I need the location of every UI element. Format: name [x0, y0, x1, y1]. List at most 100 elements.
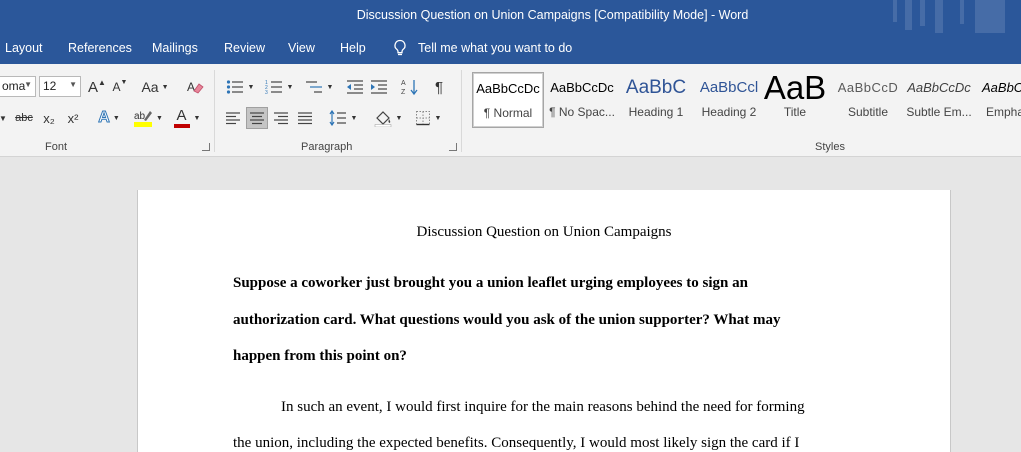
font-dialog-launcher[interactable] — [202, 143, 210, 151]
style-heading-1[interactable]: AaBbC Heading 1 — [620, 72, 692, 128]
highlighter-icon: ab — [134, 111, 153, 127]
font-name-value: oma — [2, 79, 26, 93]
align-right-button[interactable] — [270, 107, 292, 129]
text-effects-button[interactable]: A ▼ — [93, 107, 125, 129]
change-case-icon: Aa — [141, 79, 159, 95]
style-sample: AaB — [763, 72, 827, 103]
font-color-button[interactable]: A ▼ — [170, 107, 204, 129]
line-spacing-button[interactable]: ▼ — [325, 107, 361, 129]
numbering-button[interactable]: 1 2 3 ▼ — [261, 76, 297, 98]
style-name: Subtitle — [847, 105, 889, 119]
question-line: happen from this point on? — [233, 348, 407, 364]
chevron-down-icon: ▼ — [434, 114, 442, 122]
style-sample: AaBbCcl — [699, 79, 759, 96]
strikethrough-button[interactable]: abc — [11, 107, 37, 129]
multilevel-list-button[interactable]: ▼ — [301, 76, 337, 98]
borders-icon — [415, 111, 430, 126]
increase-indent-button[interactable] — [368, 76, 390, 98]
sort-button[interactable]: A Z — [399, 76, 421, 98]
style-sample: AaBbCcDc — [550, 80, 614, 95]
svg-text:A: A — [187, 80, 195, 94]
chevron-down-icon: ▼ — [24, 80, 32, 89]
grow-font-button[interactable]: A ▲ — [86, 77, 108, 97]
body-line: the union, including the expected benefi… — [233, 435, 800, 451]
chevron-down-icon[interactable]: ▼ — [0, 108, 10, 128]
style-subtle-emphasis[interactable]: AaBbCcDc Subtle Em... — [906, 72, 972, 128]
chevron-down-icon: ▼ — [112, 114, 120, 122]
style-no-spacing[interactable]: AaBbCcDc ¶ No Spac... — [546, 72, 618, 128]
paint-bucket-icon — [374, 111, 391, 127]
style-name: Heading 2 — [701, 105, 757, 119]
chevron-down-icon: ▼ — [193, 114, 201, 122]
highlight-color-button[interactable]: ab ▼ — [130, 107, 166, 129]
decrease-indent-button[interactable] — [344, 76, 366, 98]
style-emphasis[interactable]: AaBbCcDc Empha — [978, 72, 1021, 128]
align-center-button[interactable] — [246, 107, 268, 129]
justify-icon — [298, 112, 312, 125]
align-left-button[interactable] — [222, 107, 244, 129]
paragraph-dialog-launcher[interactable] — [449, 143, 457, 151]
style-sample: AaBbCcDc — [476, 81, 540, 96]
tab-mailings[interactable]: Mailings — [152, 41, 198, 55]
font-group-label: Font — [45, 141, 68, 153]
tab-layout[interactable]: Layout — [5, 41, 43, 55]
superscript-button[interactable]: x² — [62, 107, 84, 129]
align-right-icon — [274, 112, 288, 125]
style-heading-2[interactable]: AaBbCcl Heading 2 — [693, 72, 765, 128]
style-name: Heading 1 — [628, 105, 684, 119]
font-name-combo[interactable]: oma ▼ — [0, 76, 36, 97]
style-subtitle[interactable]: AaBbCcD Subtitle — [834, 72, 902, 128]
chevron-down-icon: ▼ — [286, 83, 294, 91]
style-sample: AaBbCcDc — [907, 80, 971, 95]
style-name: ¶ Normal — [483, 106, 533, 120]
lightbulb-icon — [394, 39, 406, 56]
title-bar: Discussion Question on Union Campaigns [… — [0, 0, 1021, 33]
increase-indent-icon — [371, 80, 387, 94]
group-separator — [461, 70, 462, 152]
tab-help[interactable]: Help — [340, 41, 366, 55]
tell-me-search[interactable]: Tell me what you want to do — [393, 39, 572, 57]
svg-text:Z: Z — [401, 89, 406, 96]
question-line: Suppose a coworker just brought you a un… — [233, 275, 748, 291]
style-name: Subtle Em... — [906, 105, 972, 119]
arrow-down-icon: ▼ — [120, 79, 128, 86]
bullets-button[interactable]: ▼ — [222, 76, 258, 98]
style-name: Title — [783, 105, 807, 119]
chevron-down-icon: ▼ — [156, 114, 163, 122]
show-formatting-marks-button[interactable]: ¶ — [428, 76, 450, 98]
multilevel-list-icon — [305, 81, 322, 93]
document-page[interactable]: Discussion Question on Union Campaigns S… — [137, 190, 951, 452]
clear-formatting-button[interactable]: A — [184, 76, 206, 98]
ribbon-tabs: Layout References Mailings Review View H… — [0, 33, 1021, 64]
justify-button[interactable] — [294, 107, 316, 129]
body-line: In such an event, I would first inquire … — [281, 399, 805, 415]
ribbon-home: oma ▼ 12 ▼ A ▲ A ▼ Aa ▼ A ▼ abc x₂ x² A ▼ ab… — [0, 64, 1021, 157]
style-normal[interactable]: AaBbCcDc ¶ Normal — [472, 72, 544, 128]
grow-font-icon: A — [88, 78, 99, 96]
style-name: ¶ No Spac... — [549, 105, 615, 119]
styles-group-label: Styles — [815, 141, 845, 153]
style-title[interactable]: AaB Title — [760, 72, 830, 128]
shrink-font-button[interactable]: A ▼ — [110, 77, 130, 97]
align-center-icon — [250, 112, 264, 125]
shrink-font-icon: A — [112, 80, 121, 94]
font-color-icon: A — [173, 108, 190, 128]
tab-references[interactable]: References — [68, 41, 132, 55]
tell-me-label: Tell me what you want to do — [418, 41, 573, 55]
chevron-down-icon: ▼ — [247, 83, 255, 91]
line-spacing-icon — [329, 110, 346, 126]
shading-button[interactable]: ▼ — [370, 107, 406, 129]
svg-text:ab: ab — [134, 111, 146, 122]
subscript-button[interactable]: x₂ — [38, 107, 60, 129]
eraser-icon: A — [187, 80, 204, 94]
tab-review[interactable]: Review — [224, 41, 265, 55]
svg-text:A: A — [401, 80, 406, 87]
question-line: authorization card. What questions would… — [233, 312, 781, 328]
borders-button[interactable]: ▼ — [410, 107, 446, 129]
chevron-down-icon: ▼ — [395, 114, 403, 122]
change-case-button[interactable]: Aa ▼ — [139, 77, 171, 97]
chevron-down-icon: ▼ — [69, 80, 77, 89]
tab-view[interactable]: View — [288, 41, 315, 55]
font-size-combo[interactable]: 12 ▼ — [39, 76, 81, 97]
paragraph-group-label: Paragraph — [301, 141, 353, 153]
